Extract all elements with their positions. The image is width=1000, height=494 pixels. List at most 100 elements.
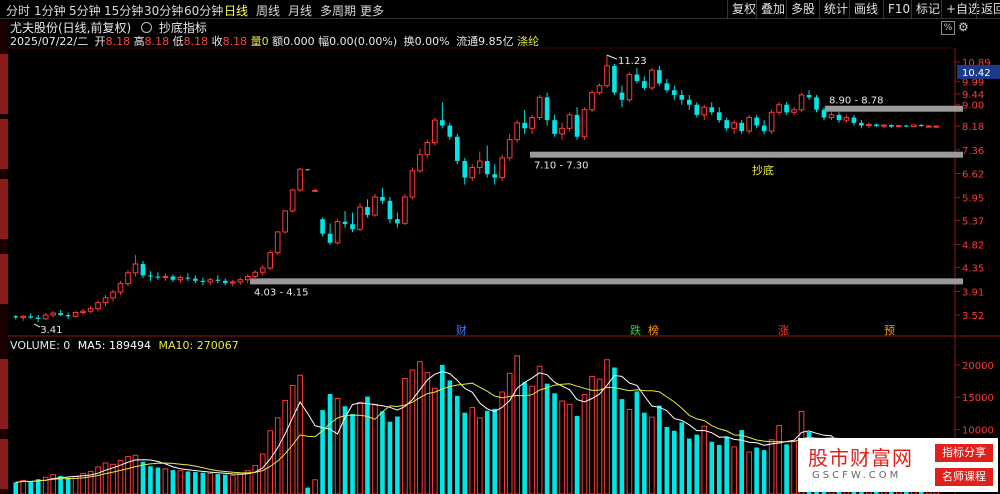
candle-body-57[interactable] — [440, 120, 445, 126]
candle-body-62[interactable] — [476, 160, 483, 168]
candle-body-106[interactable] — [806, 94, 812, 98]
candle-body-50[interactable] — [387, 200, 393, 220]
candle-body-12[interactable] — [102, 297, 109, 304]
candle-body-115[interactable] — [874, 124, 879, 127]
candle-body-70[interactable] — [536, 96, 543, 119]
candle-body-44[interactable] — [342, 221, 348, 225]
candle-body-69[interactable] — [529, 117, 535, 129]
candle-body-108[interactable] — [821, 109, 827, 118]
candle-body-39[interactable] — [305, 169, 310, 171]
candle-body-47[interactable] — [365, 207, 370, 216]
candle-body-64[interactable] — [492, 174, 498, 178]
candle-body-40[interactable] — [312, 189, 318, 192]
candle-body-68[interactable] — [522, 122, 527, 129]
candle-body-100[interactable] — [761, 125, 767, 132]
candle-body-56[interactable] — [432, 119, 438, 144]
candle-body-38[interactable] — [297, 168, 303, 191]
candle-body-98[interactable] — [746, 117, 752, 132]
event-marker-4[interactable]: 预 — [884, 324, 895, 337]
candle-body-112[interactable] — [851, 117, 857, 123]
candle-body-13[interactable] — [110, 291, 116, 299]
candle-body-122[interactable] — [925, 125, 932, 128]
candle-body-11[interactable] — [95, 302, 101, 310]
event-marker-3[interactable]: 涨 — [778, 324, 789, 337]
event-marker-2[interactable]: 榜 — [648, 323, 659, 337]
candle-body-104[interactable] — [791, 109, 797, 113]
candle-body-95[interactable] — [724, 120, 730, 129]
candle-body-85[interactable] — [649, 69, 655, 89]
candle-body-48[interactable] — [372, 196, 378, 216]
candle-body-80[interactable] — [612, 65, 617, 93]
candle-body-45[interactable] — [350, 224, 355, 230]
candle-body-54[interactable] — [417, 154, 423, 172]
candle-body-58[interactable] — [447, 125, 453, 137]
candle-body-63[interactable] — [484, 161, 490, 175]
candle-body-110[interactable] — [836, 114, 842, 121]
candle-body-65[interactable] — [499, 157, 506, 179]
candle-body-21[interactable] — [170, 276, 176, 280]
candle-body-15[interactable] — [125, 272, 131, 285]
candle-body-0[interactable] — [13, 316, 19, 318]
candle-body-92[interactable] — [701, 106, 708, 116]
candle-body-52[interactable] — [402, 196, 408, 224]
candle-body-35[interactable] — [274, 231, 281, 254]
candle-body-14[interactable] — [117, 283, 124, 293]
candle-body-123[interactable] — [933, 125, 940, 128]
candle-body-84[interactable] — [642, 81, 647, 88]
candle-body-55[interactable] — [424, 142, 431, 156]
candle-body-103[interactable] — [784, 104, 789, 113]
candle-body-86[interactable] — [657, 70, 662, 84]
candle-body-81[interactable] — [619, 92, 625, 100]
candle-body-87[interactable] — [664, 83, 670, 91]
candle-body-31[interactable] — [244, 276, 251, 281]
candle-body-17[interactable] — [140, 263, 146, 276]
candle-body-20[interactable] — [162, 276, 169, 279]
candle-body-116[interactable] — [881, 124, 887, 127]
candle-body-66[interactable] — [506, 139, 513, 159]
candle-body-82[interactable] — [626, 73, 633, 101]
candle-body-30[interactable] — [237, 279, 244, 283]
candle-body-102[interactable] — [776, 104, 782, 113]
candle-body-94[interactable] — [716, 112, 722, 121]
candle-body-36[interactable] — [282, 210, 288, 233]
candle-body-91[interactable] — [694, 104, 700, 115]
candle-body-111[interactable] — [843, 117, 850, 121]
candle-body-26[interactable] — [207, 279, 214, 283]
candle-body-60[interactable] — [462, 161, 468, 178]
candle-body-16[interactable] — [132, 263, 139, 274]
candle-body-6[interactable] — [58, 313, 63, 315]
candle-body-25[interactable] — [200, 280, 206, 282]
candle-body-97[interactable] — [739, 122, 744, 132]
candle-body-119[interactable] — [904, 125, 909, 127]
event-marker-0[interactable]: 财 — [456, 323, 467, 337]
candle-body-46[interactable] — [357, 206, 363, 230]
candle-body-59[interactable] — [454, 136, 460, 162]
candle-body-27[interactable] — [215, 279, 221, 281]
candle-body-89[interactable] — [679, 94, 685, 100]
candle-body-78[interactable] — [596, 85, 603, 94]
candle-body-75[interactable] — [574, 114, 580, 137]
candle-body-43[interactable] — [334, 221, 341, 244]
candle-body-23[interactable] — [185, 277, 191, 279]
candle-body-121[interactable] — [918, 125, 924, 127]
candle-body-76[interactable] — [581, 109, 588, 138]
candle-body-61[interactable] — [469, 166, 476, 179]
candle-body-42[interactable] — [327, 233, 333, 243]
candle-body-105[interactable] — [798, 94, 805, 111]
candle-body-9[interactable] — [80, 310, 86, 313]
candle-body-28[interactable] — [222, 280, 228, 284]
candle-body-49[interactable] — [380, 197, 385, 201]
candle-body-7[interactable] — [65, 315, 71, 317]
candle-body-1[interactable] — [20, 315, 27, 319]
candle-body-32[interactable] — [252, 271, 259, 278]
candle-body-4[interactable] — [42, 314, 49, 320]
candle-body-77[interactable] — [589, 92, 595, 111]
candle-body-93[interactable] — [709, 107, 715, 113]
candle-body-101[interactable] — [768, 111, 775, 132]
candle-body-120[interactable] — [910, 124, 917, 128]
candle-body-22[interactable] — [177, 277, 184, 281]
candle-body-113[interactable] — [859, 122, 864, 126]
candle-body-37[interactable] — [289, 189, 296, 212]
candle-body-88[interactable] — [672, 90, 677, 95]
candle-body-71[interactable] — [544, 97, 550, 121]
